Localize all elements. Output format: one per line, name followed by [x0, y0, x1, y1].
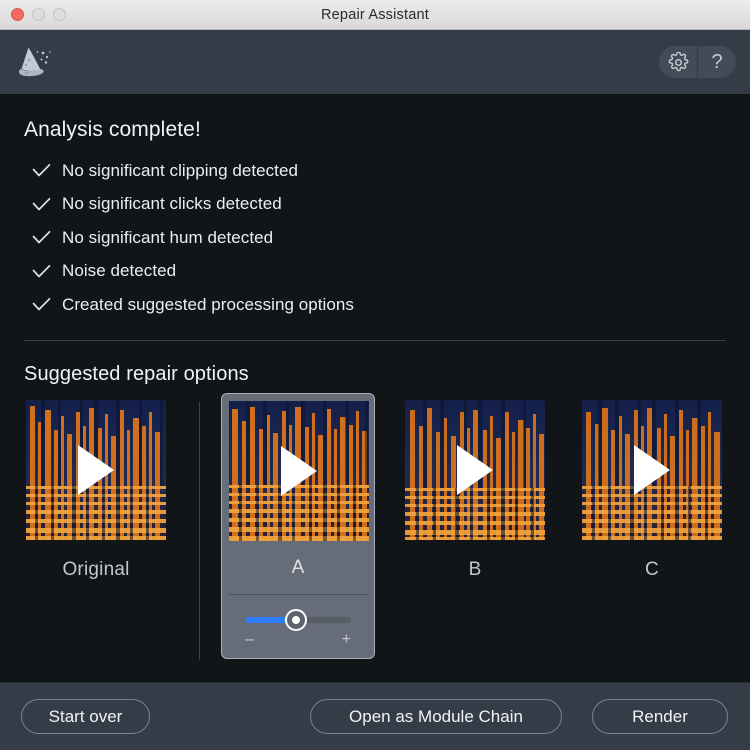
check-icon	[32, 163, 62, 178]
option-card-label: Original	[62, 558, 130, 580]
check-icon	[32, 264, 62, 279]
spectrogram-thumbnail[interactable]	[405, 399, 545, 540]
section-divider	[24, 339, 726, 341]
footer-bar: Start over Open as Module Chain Render	[0, 682, 750, 750]
option-card-label: C	[645, 558, 659, 580]
suggestions-title: Suggested repair options	[24, 362, 249, 385]
slider-knob[interactable]	[285, 608, 307, 631]
list-item-label: Created suggested processing options	[62, 294, 354, 314]
slider-decrease-label[interactable]: –	[245, 631, 254, 647]
option-card-c[interactable]: C	[582, 399, 722, 581]
list-item: No significant clipping detected	[24, 154, 726, 188]
repair-assistant-window: Repair Assistant ? Analysis complete! No…	[0, 0, 750, 750]
spectrogram-thumbnail[interactable]	[582, 399, 722, 540]
window-titlebar: Repair Assistant	[0, 0, 750, 30]
list-item-label: No significant hum detected	[62, 227, 274, 247]
play-icon	[457, 444, 493, 495]
slider-increase-label[interactable]: +	[342, 631, 351, 647]
option-card-original[interactable]: Original	[26, 399, 166, 581]
play-icon	[78, 444, 114, 495]
list-item: Noise detected	[24, 255, 726, 289]
check-icon	[32, 197, 62, 212]
open-as-module-chain-button[interactable]: Open as Module Chain	[310, 699, 562, 734]
main-content: Analysis complete! No significant clippi…	[0, 94, 750, 682]
play-icon	[634, 444, 670, 495]
gear-icon	[668, 51, 689, 73]
page-title: Analysis complete!	[24, 118, 201, 141]
option-card-a[interactable]: A – +	[221, 392, 375, 659]
spectrogram-thumbnail[interactable]	[229, 400, 369, 541]
app-header: ?	[0, 30, 750, 94]
help-button[interactable]: ?	[697, 46, 736, 78]
header-actions: ?	[659, 46, 736, 78]
question-mark-icon: ?	[711, 51, 723, 73]
render-button[interactable]: Render	[592, 699, 728, 734]
slider-track-row[interactable]	[239, 608, 357, 631]
check-icon	[32, 297, 62, 312]
list-item: No significant clicks detected	[24, 188, 726, 222]
list-item-label: Noise detected	[62, 261, 177, 281]
option-card-b[interactable]: B	[405, 399, 545, 581]
list-item-label: No significant clicks detected	[62, 194, 282, 214]
start-over-button[interactable]: Start over	[21, 699, 150, 734]
analysis-checklist: No significant clipping detected No sign…	[24, 154, 726, 322]
option-card-label: A	[229, 557, 367, 595]
repair-options-row: Original A – + B C	[24, 392, 726, 662]
slider-endpoints: – +	[239, 631, 357, 647]
options-separator	[199, 401, 200, 660]
list-item: Created suggested processing options	[24, 288, 726, 322]
window-title: Repair Assistant	[321, 6, 429, 23]
check-icon	[32, 230, 62, 245]
list-item: No significant hum detected	[24, 221, 726, 255]
list-item-label: No significant clipping detected	[62, 160, 298, 180]
option-card-label: B	[468, 558, 482, 580]
settings-button[interactable]	[659, 46, 697, 78]
spectrogram-thumbnail[interactable]	[26, 399, 166, 540]
play-icon	[281, 445, 317, 496]
strength-slider[interactable]: – +	[229, 595, 367, 651]
wizard-hat-icon	[16, 42, 56, 82]
